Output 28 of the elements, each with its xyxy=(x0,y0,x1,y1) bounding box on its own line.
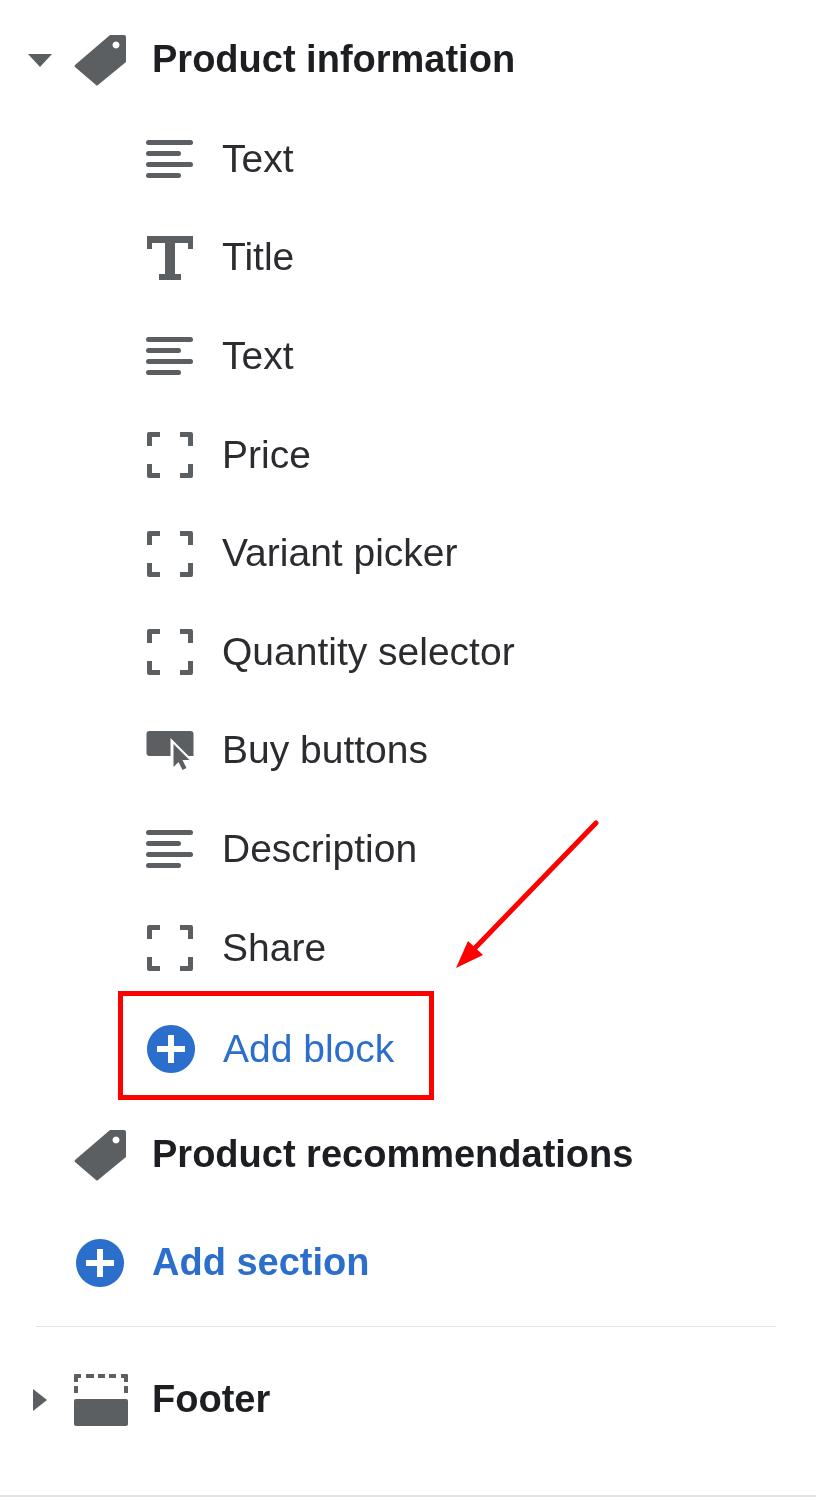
block-item[interactable]: Share xyxy=(146,924,327,972)
dashed-frame-icon xyxy=(146,530,194,577)
block-item[interactable]: Variant picker xyxy=(146,530,458,578)
section-item[interactable]: Product recommendations xyxy=(74,1127,634,1182)
block-item[interactable]: Title xyxy=(146,234,295,282)
block-item[interactable]: Price xyxy=(146,431,311,479)
caret-right-icon[interactable] xyxy=(33,1388,47,1411)
block-item[interactable]: Buy buttons xyxy=(146,727,428,775)
text-lines-icon xyxy=(146,830,194,869)
section-item[interactable]: Footer xyxy=(74,1373,271,1426)
text-lines-icon xyxy=(146,140,194,179)
text-lines-icon xyxy=(146,337,194,376)
block-item[interactable]: Text xyxy=(146,135,294,183)
section-item[interactable]: Product information xyxy=(74,33,516,87)
dashed-frame-icon xyxy=(146,629,194,676)
block-item[interactable]: Text xyxy=(146,333,294,380)
dashed-frame-icon xyxy=(146,925,194,972)
add-section-button[interactable]: Add section xyxy=(76,1238,370,1287)
tag-icon xyxy=(74,1127,128,1182)
letter-t-icon xyxy=(146,235,194,280)
caret-down-icon[interactable] xyxy=(28,53,52,67)
block-item[interactable]: Quantity selector xyxy=(146,628,515,676)
tag-icon xyxy=(74,33,128,87)
cursor-on-button-icon xyxy=(146,730,194,771)
dashed-frame-icon xyxy=(146,432,194,479)
block-item[interactable]: Description xyxy=(146,826,418,873)
add-block-button[interactable]: Add block xyxy=(147,1024,395,1073)
footer-layout-icon xyxy=(74,1373,128,1426)
